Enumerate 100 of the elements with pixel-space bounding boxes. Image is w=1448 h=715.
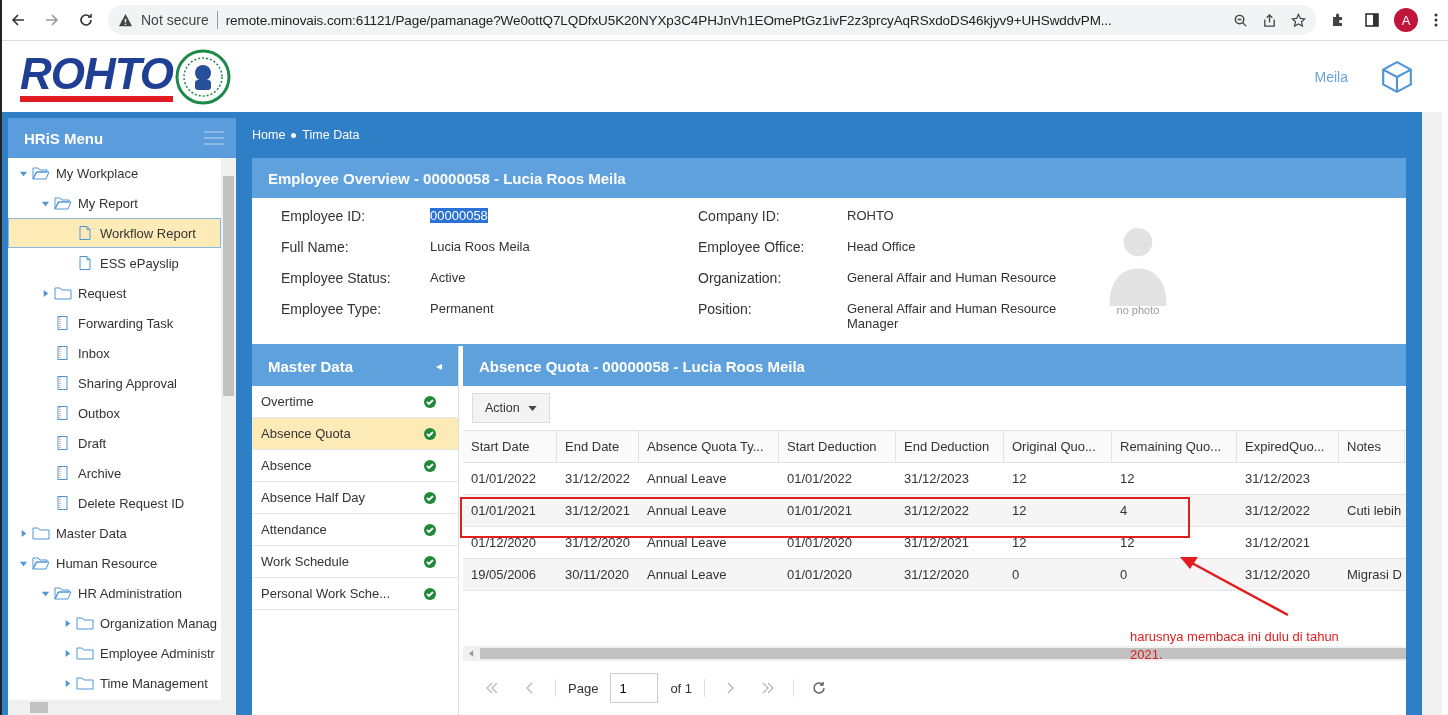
panel-title: Master Data [268,357,354,375]
tree-item[interactable]: Master Data [8,518,221,548]
last-page-icon[interactable] [761,681,776,695]
expand-caret-icon[interactable] [63,678,72,688]
category-list-item[interactable]: Personal Work Sche... [252,578,458,610]
table-cell-text: 30/11/2020 [564,566,631,584]
tree-item[interactable]: HR Administration [8,578,221,608]
table-cell-text: Annual Leave [646,534,728,552]
document-icon [76,256,94,270]
column-header[interactable]: ExpiredQuo... [1237,431,1339,462]
table-cell-text: 01/01/2020 [786,566,854,584]
column-header[interactable]: Start Date [463,431,557,462]
table-cell-text: 31/12/2021 [564,502,632,520]
expand-caret-icon[interactable] [41,288,50,298]
url-text: remote.minovais.com:61121/Page/pamanage?We0ottQ7LQDfxU5K20NYXp3C4PHJnVh1EOmePtGz1ivF2z3prcyAqRSxdoDS46kjyv9+UHSwddvPM... [225,12,1113,28]
tree-item[interactable]: Human Resource [8,548,221,578]
table-cell-text: Cuti lebih [1346,502,1403,520]
field-value: ROHTO [847,208,895,223]
back-icon[interactable] [10,12,26,28]
reload-icon[interactable] [78,12,94,28]
table-cell-text: 31/12/2023 [1244,470,1312,488]
caret-icon [527,405,537,411]
folder-icon [76,616,94,630]
category-list-item[interactable]: Absence Half Day [252,482,458,514]
open-folder-icon [54,196,72,210]
field-label: Organization: [698,270,783,286]
category-list-item[interactable]: Work Schedule [252,546,458,578]
table-cell-text: 31/12/2023 [903,470,971,488]
breadcrumb-link[interactable]: Time Data [302,128,360,142]
zoom-icon[interactable] [1233,12,1248,28]
tree-item[interactable]: Forwarding Task [8,308,221,338]
column-header[interactable]: End Deduction [896,431,1004,462]
category-list-item[interactable]: Attendance [252,514,458,546]
expand-caret-icon[interactable] [63,648,72,658]
scrollbar[interactable] [463,646,1406,661]
scrollbar[interactable] [1422,112,1448,715]
refresh-icon[interactable] [812,681,827,695]
address-bar[interactable]: Not secure remote.minovais.com:61121/Page/pamanage?We0ottQ7LQDfxU5K20NYXp3C4PHJnVh1EOmePtGz1ivF2z3prcyAqRSxdoDS46kjyv9+UHSwddvPM... [108,5,1316,35]
table-cell-text: 31/12/2021 [1244,534,1312,552]
field-value: 00000058 [430,208,488,223]
column-header[interactable]: Start Deduction [779,431,896,462]
column-header[interactable]: End Date [557,431,639,462]
tree-item[interactable]: Archive [8,458,221,488]
table-cell-text: 12 [1119,470,1136,488]
field-value: General Affair and Human Resource Manager [847,301,1058,331]
tree-item[interactable]: Inbox [8,338,221,368]
tree-item[interactable]: My Report [8,188,221,218]
table-cell-text: 31/12/2022 [903,502,971,520]
action-button[interactable]: Action [472,393,550,423]
cube-icon[interactable] [1380,59,1414,94]
table-cell-text: 31/12/2020 [564,534,632,552]
table-cell-text: 01/01/2022 [786,470,854,488]
table-cell-text: 0 [1119,566,1129,584]
column-header[interactable]: Remaining Quo... [1112,431,1237,462]
tree-item[interactable]: Outbox [8,398,221,428]
column-header[interactable]: Original Quo... [1004,431,1112,462]
sidebar-title: HRiS Menu [24,129,104,147]
security-label: Not secure [141,12,209,28]
field-value: General Affair and Human Resource [847,270,1058,285]
tree-item[interactable]: Workflow Report [8,218,221,248]
table-cell-text: 01/01/2020 [786,534,854,552]
tree-item[interactable]: Request [8,278,221,308]
tree-item[interactable]: My Workplace [8,158,221,188]
menu-icon[interactable] [1434,12,1438,28]
column-header[interactable]: Notes [1339,431,1405,462]
table-cell-text: Annual Leave [646,470,728,488]
page-input[interactable]: 1 [610,673,659,703]
sidebar-icon[interactable] [1364,12,1380,28]
star-icon[interactable] [1291,12,1306,28]
scrollbar[interactable] [8,700,236,715]
tree-item[interactable]: Time Management [8,668,221,698]
tree-item[interactable]: Delete Request ID [8,488,221,518]
table-cell-text: 01/12/2020 [470,534,538,552]
breadcrumb-link[interactable]: Home [252,128,286,142]
profile-avatar[interactable]: A [1394,8,1418,32]
tree-item[interactable]: Draft [8,428,221,458]
field-value: Lucia Roos Meila [430,239,530,254]
expand-caret-icon[interactable] [19,528,28,538]
tree-item[interactable]: Organization Manag [8,608,221,638]
tree-item[interactable]: ESS ePayslip [8,248,221,278]
field-value: Head Office [847,239,917,254]
category-list-item[interactable]: Absence Quota [252,418,458,450]
table-cell-text: 0 [1011,566,1021,584]
expand-caret-icon[interactable] [63,618,72,628]
scrollbar[interactable] [221,158,236,700]
first-page-icon[interactable] [485,681,499,695]
field-label: Company ID: [698,208,781,224]
tree-item[interactable]: Employee Administr [8,638,221,668]
scroll-left-icon[interactable] [469,650,474,657]
field-label: Employee Office: [698,239,806,255]
field-value: Permanent [430,301,494,316]
forward-icon[interactable] [44,12,60,28]
share-icon[interactable] [1262,12,1277,28]
column-header[interactable]: Absence Quota Ty... [639,431,779,462]
category-list-item[interactable]: Absence [252,450,458,482]
table-cell-text: 12 [1011,534,1028,552]
tree-item[interactable]: Sharing Approval [8,368,221,398]
table-cell-text: 01/01/2021 [786,502,854,520]
table-cell-text: 12 [1011,502,1028,520]
table-cell-text: 4 [1119,502,1129,520]
